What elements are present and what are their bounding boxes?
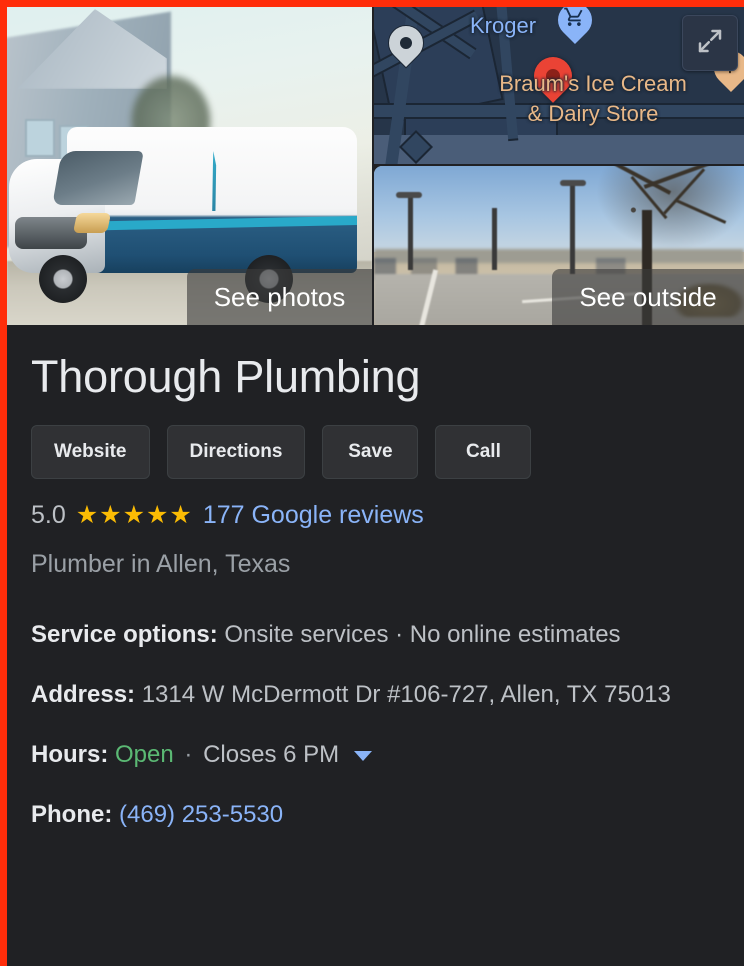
business-category: Plumber in Allen, Texas	[31, 550, 291, 578]
street-lamp-head	[560, 180, 586, 186]
see-photos-label: See photos	[213, 281, 346, 312]
phone-number-link[interactable]: (469) 253-5530	[119, 801, 283, 828]
street-light-pole	[492, 208, 497, 270]
map-label-braums-line1: Braum's Ice Cream	[499, 71, 687, 96]
business-photo-tile[interactable]: See photos	[7, 7, 372, 325]
business-info: Thorough Plumbing Website Directions Sav…	[7, 351, 744, 837]
see-outside-label: See outside	[579, 281, 717, 312]
service-options-label: Service options:	[31, 621, 218, 648]
chevron-down-icon[interactable]	[353, 750, 372, 761]
van-wheel-front	[39, 255, 87, 303]
website-button[interactable]: Website	[31, 425, 150, 479]
facts-list: Service options: Onsite services · No on…	[31, 613, 744, 837]
phone-label: Phone:	[31, 801, 113, 828]
expand-arrows-icon	[695, 26, 725, 61]
star-rating-icon: ★★★★★	[75, 501, 193, 529]
knowledge-panel: See photos Kroger Braum's Ice Cream & Da…	[7, 7, 744, 966]
address-value: 1314 W McDermott Dr #106-727, Allen, TX …	[141, 681, 671, 708]
hours-separator: ·	[184, 741, 193, 768]
directions-button-label: Directions	[189, 441, 283, 462]
rating-row: 5.0 ★★★★★ 177 Google reviews	[31, 501, 744, 530]
rating-value: 5.0	[31, 501, 66, 529]
map-tile[interactable]: Kroger Braum's Ice Cream & Dairy Store	[374, 7, 744, 164]
shopping-cart-icon	[563, 7, 585, 33]
street-lamp-head	[396, 192, 422, 198]
fact-address: Address: 1314 W McDermott Dr #106-727, A…	[31, 673, 710, 717]
media-strip: See photos Kroger Braum's Ice Cream & Da…	[7, 7, 744, 325]
screenshot-root: See photos Kroger Braum's Ice Cream & Da…	[0, 0, 744, 966]
hours-status-badge: Open	[115, 741, 174, 768]
map-expand-button[interactable]	[682, 15, 738, 71]
address-label: Address:	[31, 681, 136, 708]
street-view-tile[interactable]: See outside	[374, 166, 744, 325]
call-button[interactable]: Call	[435, 425, 532, 479]
hours-closing-time: Closes 6 PM	[203, 741, 340, 768]
directions-button[interactable]: Directions	[166, 425, 306, 479]
see-outside-button[interactable]: See outside	[552, 269, 744, 325]
page-title: Thorough Plumbing	[31, 351, 421, 402]
fact-service-options: Service options: Onsite services · No on…	[31, 613, 710, 657]
see-photos-button[interactable]: See photos	[187, 269, 372, 325]
street-light-pole	[408, 194, 413, 270]
hours-label: Hours:	[31, 741, 109, 768]
van-windshield	[52, 151, 144, 205]
map-label-braums-line2: & Dairy Store	[527, 101, 659, 126]
save-button[interactable]: Save	[322, 425, 419, 479]
map-label-kroger[interactable]: Kroger	[470, 13, 536, 39]
map-label-braums[interactable]: Braum's Ice Cream & Dairy Store	[478, 69, 708, 129]
website-button-label: Website	[54, 441, 127, 462]
action-button-row: Website Directions Save Call	[31, 425, 744, 479]
fact-hours: Hours: Open · Closes 6 PM	[31, 733, 710, 777]
street-light-pole	[570, 182, 575, 274]
van-headlight	[72, 213, 112, 233]
save-button-label: Save	[348, 441, 393, 462]
fact-phone: Phone: (469) 253-5530	[31, 793, 710, 837]
service-options-value: Onsite services · No online estimates	[224, 621, 621, 648]
google-reviews-link[interactable]: 177 Google reviews	[203, 501, 424, 530]
call-button-label: Call	[466, 441, 501, 462]
